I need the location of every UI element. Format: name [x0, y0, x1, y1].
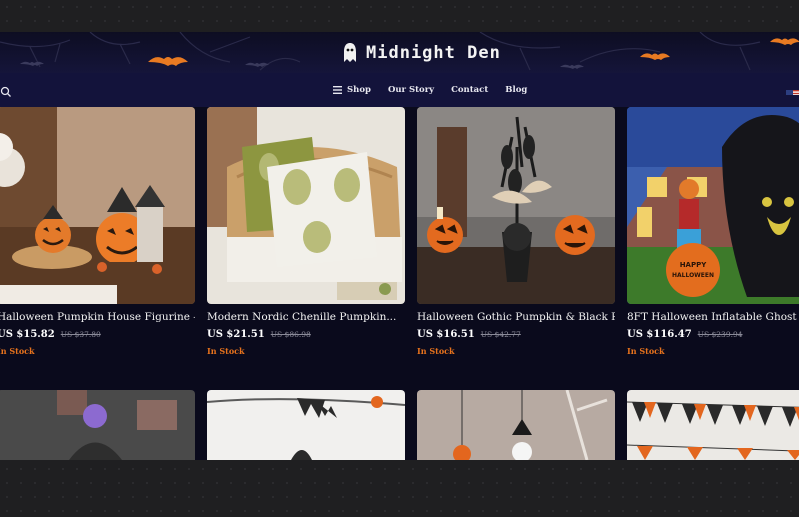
product-card[interactable]: HAPPY HALLOWEEN 8FT Halloween Inflatable…	[627, 107, 799, 356]
product-card[interactable]	[417, 390, 615, 460]
search-icon[interactable]	[0, 83, 12, 102]
stock-status: In Stock	[207, 346, 245, 356]
product-card[interactable]: Modern Nordic Chenille Pumpkin... US $21…	[207, 107, 405, 356]
product-price: US $16.51	[417, 329, 475, 340]
header-banner: Midnight Den	[0, 32, 799, 73]
product-old-price: US $239.94	[697, 330, 743, 339]
product-title[interactable]: Halloween Pumpkin House Figurine –...	[0, 311, 195, 323]
product-title[interactable]: Modern Nordic Chenille Pumpkin...	[207, 311, 405, 323]
nav-item-label: Shop	[347, 85, 371, 95]
svg-text:HAPPY: HAPPY	[680, 261, 708, 269]
product-price: US $21.51	[207, 329, 265, 340]
product-title[interactable]: Halloween Gothic Pumpkin & Black Ros...	[417, 311, 615, 323]
product-image[interactable]	[0, 107, 195, 304]
menu-icon	[333, 86, 342, 94]
product-image[interactable]	[417, 107, 615, 304]
product-image[interactable]	[417, 390, 615, 460]
stock-status: In Stock	[417, 346, 455, 356]
svg-text:HALLOWEEN: HALLOWEEN	[672, 272, 714, 279]
stock-status: In Stock	[0, 346, 35, 356]
product-card[interactable]	[207, 390, 405, 460]
product-card[interactable]: Halloween Gothic Pumpkin & Black Ros... …	[417, 107, 615, 356]
product-card[interactable]	[627, 390, 799, 460]
product-title[interactable]: 8FT Halloween Inflatable Ghost Tree	[627, 311, 799, 323]
product-image[interactable]	[627, 390, 799, 460]
product-image[interactable]: HAPPY HALLOWEEN	[627, 107, 799, 304]
product-card[interactable]	[0, 390, 195, 460]
product-price: US $15.82	[0, 329, 55, 340]
product-image[interactable]	[207, 390, 405, 460]
product-image[interactable]	[0, 390, 195, 460]
site-logo[interactable]: Midnight Den	[342, 39, 501, 67]
main-nav: Shop Our Story Contact Blog	[0, 73, 799, 107]
product-card[interactable]: Halloween Pumpkin House Figurine –... US…	[0, 107, 195, 356]
product-old-price: US $42.77	[480, 330, 521, 339]
product-old-price: US $37.80	[60, 330, 101, 339]
product-price: US $116.47	[627, 329, 692, 340]
store-frame: Midnight Den Shop Our Story Contact Blog	[0, 32, 799, 460]
ghost-logo-icon	[344, 43, 356, 62]
nav-item-blog[interactable]: Blog	[505, 85, 527, 95]
product-old-price: US $86.98	[270, 330, 311, 339]
us-flag-icon[interactable]	[786, 85, 799, 95]
nav-item-our-story[interactable]: Our Story	[388, 85, 434, 95]
product-image[interactable]	[207, 107, 405, 304]
nav-item-shop[interactable]: Shop	[333, 85, 371, 95]
product-grid: Halloween Pumpkin House Figurine –... US…	[0, 107, 799, 460]
site-name: Midnight Den	[366, 43, 501, 63]
stock-status: In Stock	[627, 346, 665, 356]
nav-item-contact[interactable]: Contact	[451, 85, 488, 95]
